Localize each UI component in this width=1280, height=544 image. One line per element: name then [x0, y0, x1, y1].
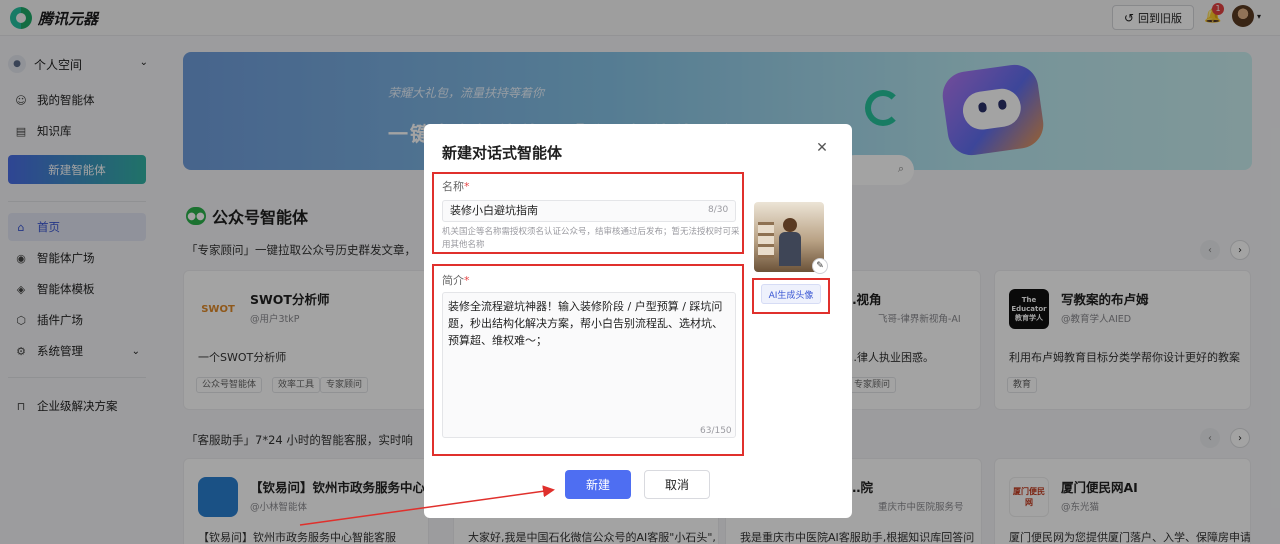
- annotation-arrow: [299, 485, 555, 526]
